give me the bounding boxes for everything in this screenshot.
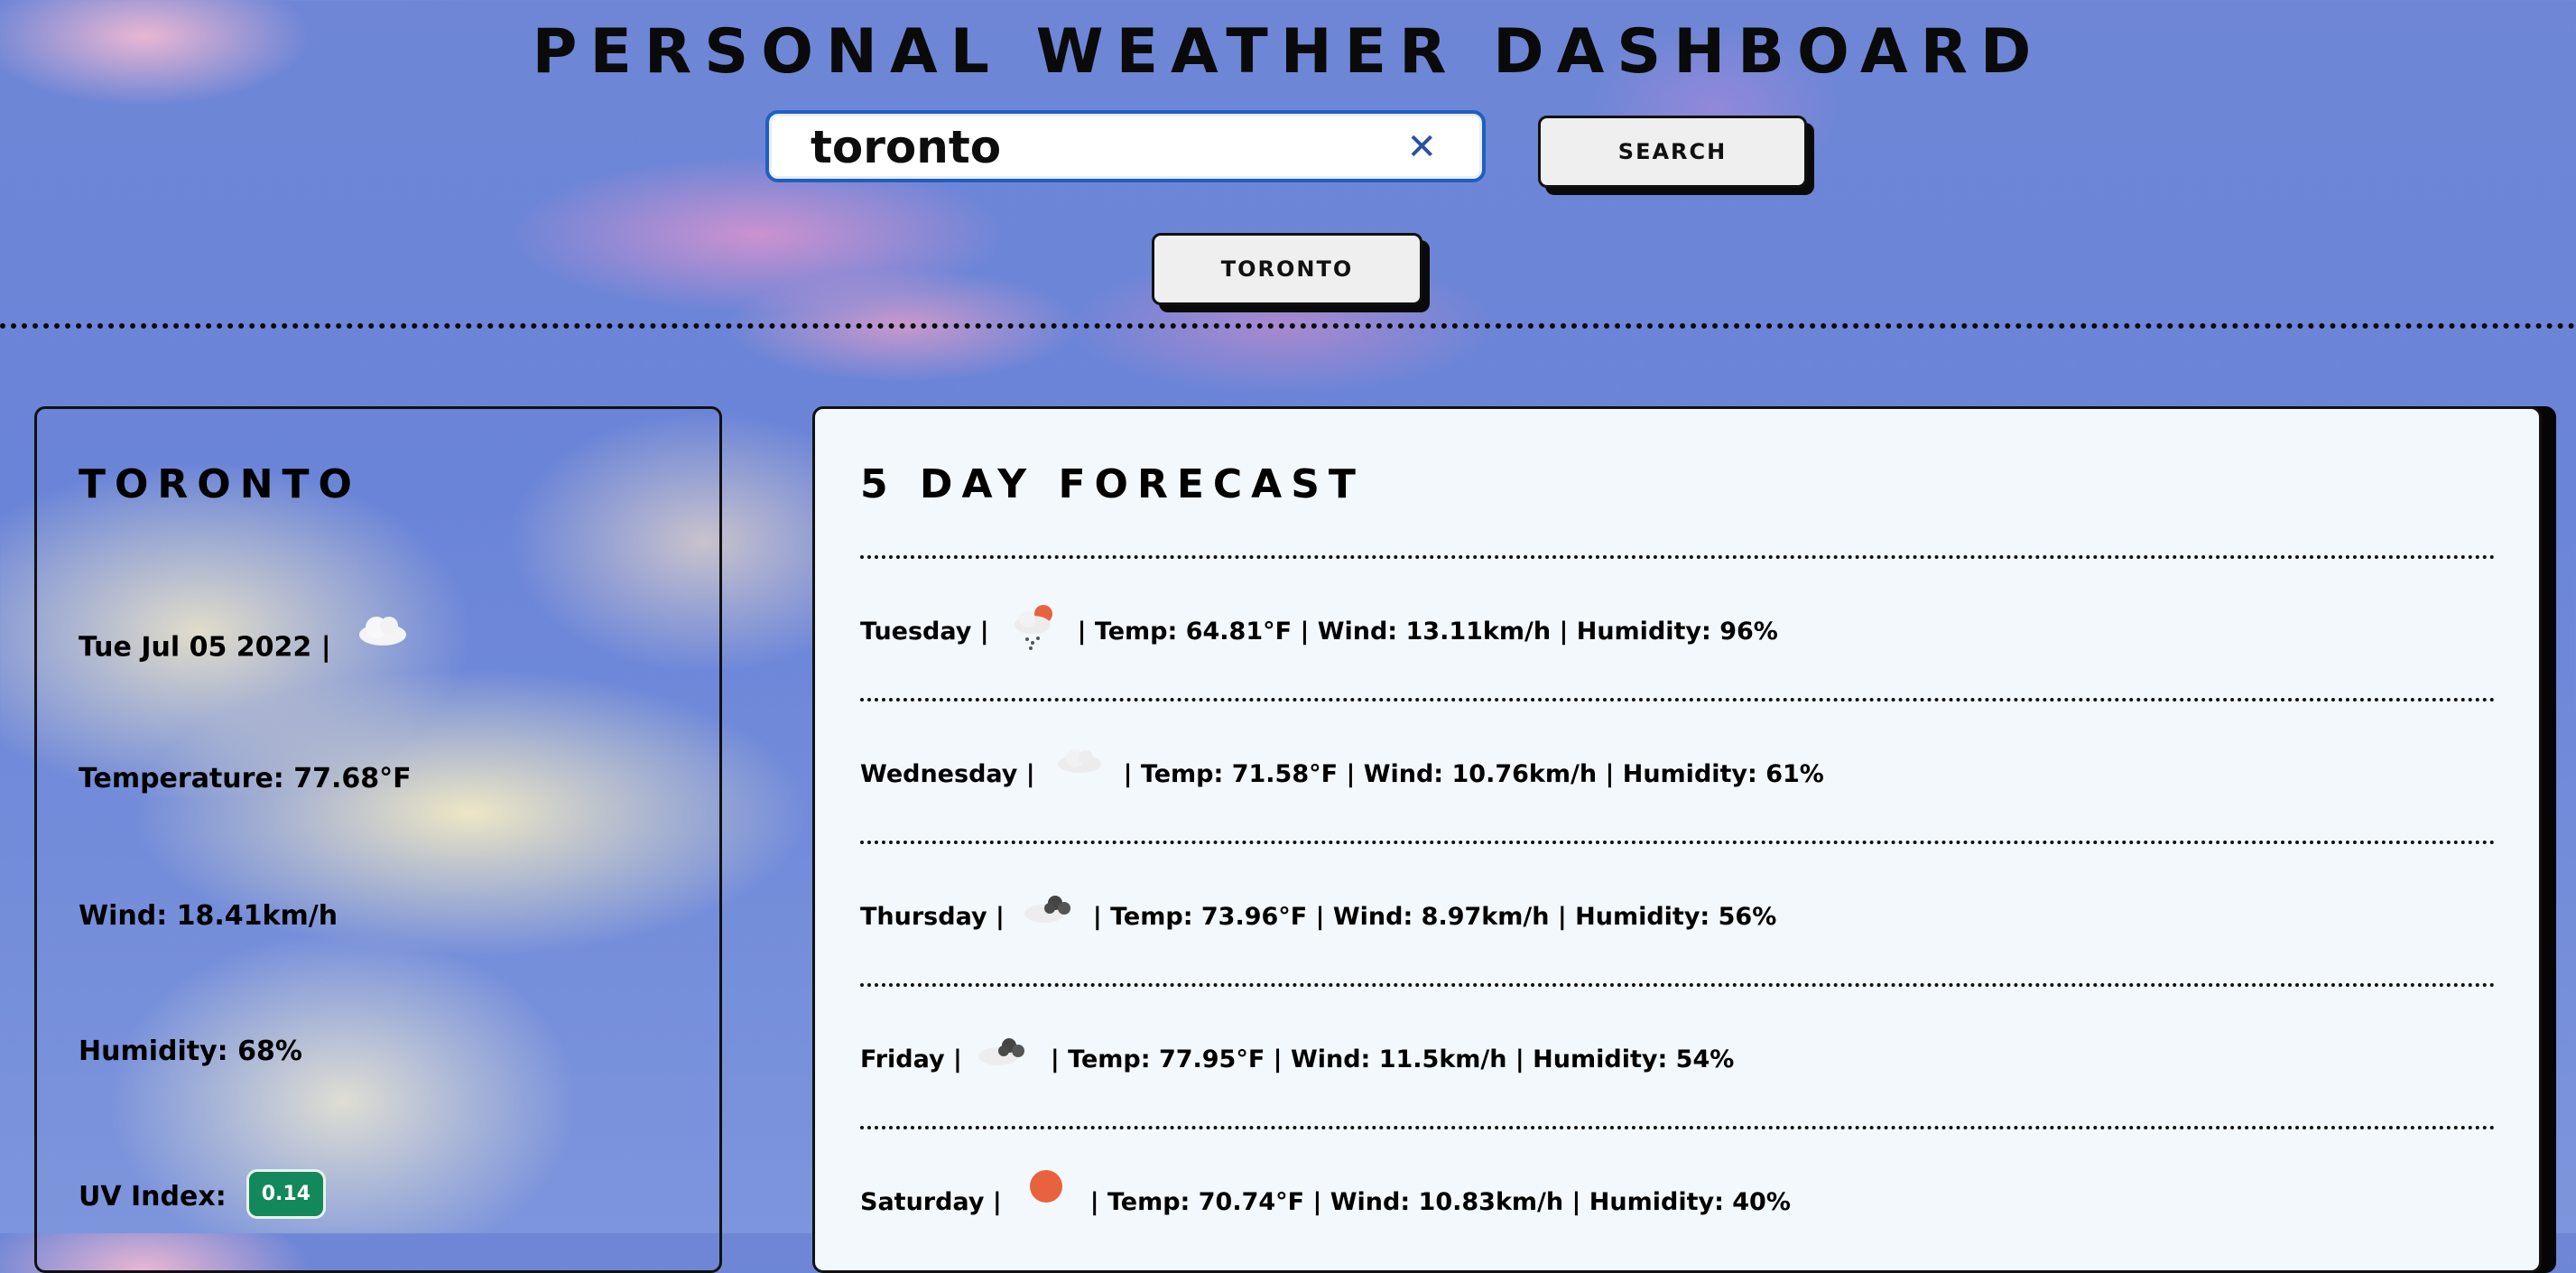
broken-clouds-icon (966, 1027, 1047, 1091)
uv-badge: 0.14 (246, 1169, 326, 1219)
forecast-details: | Temp: 71.58°F | Wind: 10.76km/h | Humi… (1123, 759, 1824, 788)
broken-clouds-icon (1008, 885, 1089, 948)
forecast-divider (860, 698, 2496, 702)
current-weather-card: TORONTO Tue Jul 05 2022 | Temperature: 7… (34, 406, 722, 1273)
search-box[interactable]: ✕ (765, 110, 1486, 182)
forecast-details: | Temp: 73.96°F | Wind: 8.97km/h | Humid… (1092, 902, 1777, 931)
history-button-toronto[interactable]: TORONTO (1152, 233, 1422, 305)
forecast-card: 5 DAY FORECAST Tuesday | | Temp: 64.81°F… (812, 406, 2542, 1273)
sun-icon (1005, 1170, 1087, 1233)
current-uv: UV Index: 0.14 (79, 1169, 326, 1222)
forecast-divider (860, 841, 2496, 844)
current-date-text: Tue Jul 05 2022 | (79, 631, 331, 664)
forecast-row: Thursday | | Temp: 73.96°F | Wind: 8.97k… (860, 862, 1776, 971)
forecast-day: Friday | (860, 1045, 962, 1073)
forecast-details: | Temp: 70.74°F | Wind: 10.83km/h | Humi… (1089, 1187, 1791, 1216)
header-divider (0, 323, 2576, 329)
forecast-row: Wednesday | | Temp: 71.58°F | Wind: 10.7… (860, 720, 1824, 828)
city-name: TORONTO (79, 461, 361, 507)
current-temperature: Temperature: 77.68°F (79, 763, 412, 794)
forecast-divider (860, 555, 2496, 559)
forecast-divider (860, 983, 2496, 987)
forecast-details: | Temp: 77.95°F | Wind: 11.5km/h | Humid… (1050, 1045, 1735, 1073)
forecast-row: Friday | | Temp: 77.95°F | Wind: 11.5km/… (860, 1005, 1734, 1113)
search-button[interactable]: SEARCH (1538, 116, 1807, 188)
cloud-icon (351, 606, 414, 651)
current-wind: Wind: 18.41km/h (79, 900, 338, 932)
current-date: Tue Jul 05 2022 | (79, 617, 414, 671)
forecast-day: Tuesday | (860, 617, 989, 646)
uv-label: UV Index: (79, 1181, 227, 1213)
forecast-divider (860, 1126, 2496, 1129)
forecast-day: Wednesday | (860, 759, 1035, 788)
forecast-row: Tuesday | | Temp: 64.81°F | Wind: 13.11k… (860, 577, 1778, 685)
clear-icon[interactable]: ✕ (1406, 126, 1437, 168)
current-humidity: Humidity: 68% (79, 1036, 302, 1067)
forecast-title: 5 DAY FORECAST (860, 461, 1365, 507)
forecast-day: Thursday | (860, 902, 1005, 931)
search-input[interactable] (809, 119, 1390, 175)
page-title: PERSONAL WEATHER DASHBOARD (532, 16, 2044, 88)
forecast-row: Saturday | | Temp: 70.74°F | Wind: 10.83… (860, 1148, 1791, 1256)
forecast-day: Saturday | (860, 1187, 1002, 1216)
sun-cloud-rain-icon (993, 599, 1074, 663)
cloud-icon (1039, 742, 1120, 805)
forecast-details: | Temp: 64.81°F | Wind: 13.11km/h | Humi… (1077, 617, 1778, 646)
